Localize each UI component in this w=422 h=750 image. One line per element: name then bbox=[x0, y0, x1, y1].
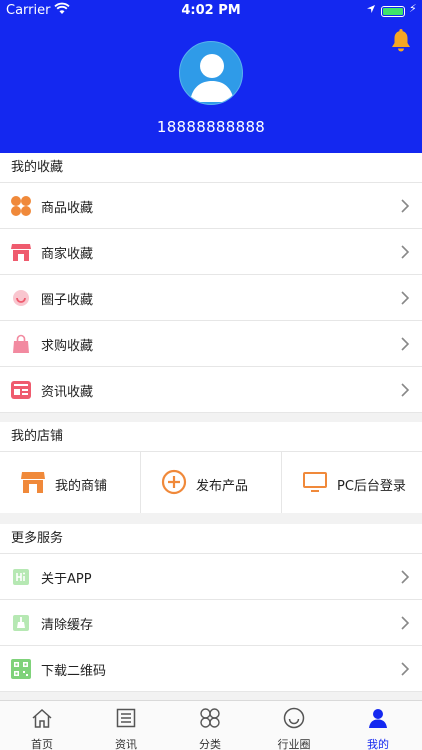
shop-cell-label: PC后台登录 bbox=[337, 479, 406, 494]
home-icon bbox=[32, 708, 52, 728]
shop-section-title: 我的店铺 bbox=[0, 422, 422, 452]
chevron-right-icon bbox=[401, 383, 410, 397]
clock: 4:02 PM bbox=[181, 3, 241, 18]
tab-industry-circle[interactable]: 行业圈 bbox=[252, 701, 336, 750]
favorite-stores-row[interactable]: 商家收藏 bbox=[0, 229, 422, 275]
favorites-section-title: 我的收藏 bbox=[0, 153, 422, 183]
avatar[interactable] bbox=[179, 41, 243, 105]
category-icon bbox=[200, 708, 220, 728]
favorite-news-row[interactable]: 资讯收藏 bbox=[0, 367, 422, 413]
clover-icon bbox=[11, 196, 31, 216]
row-label: 商品收藏 bbox=[41, 201, 94, 216]
chevron-right-icon bbox=[401, 616, 410, 630]
chevron-right-icon bbox=[401, 337, 410, 351]
tab-news[interactable]: 资讯 bbox=[84, 701, 168, 750]
tab-category[interactable]: 分类 bbox=[168, 701, 252, 750]
shop-cell-label: 发布产品 bbox=[196, 479, 249, 494]
tab-bar: 首页 资讯 分类 行业圈 我的 bbox=[0, 700, 422, 750]
row-label: 圈子收藏 bbox=[41, 293, 94, 308]
favorite-requests-row[interactable]: 求购收藏 bbox=[0, 321, 422, 367]
shop-cell-label: 我的商铺 bbox=[55, 479, 108, 494]
smile-icon bbox=[13, 290, 29, 306]
row-label: 关于APP bbox=[41, 572, 92, 587]
tab-label: 我的 bbox=[367, 738, 389, 750]
user-icon bbox=[369, 709, 387, 728]
status-bar: Carrier 4:02 PM ⚡ bbox=[0, 0, 422, 22]
row-label: 清除缓存 bbox=[41, 618, 94, 633]
favorite-circles-row[interactable]: 圈子收藏 bbox=[0, 275, 422, 321]
clear-cache-row[interactable]: 清除缓存 bbox=[0, 600, 422, 646]
chevron-right-icon bbox=[401, 662, 410, 676]
plus-circle-icon bbox=[161, 469, 187, 495]
battery-icon bbox=[381, 6, 405, 17]
row-label: 下载二维码 bbox=[41, 664, 107, 679]
favorite-goods-row[interactable]: 商品收藏 bbox=[0, 183, 422, 229]
publish-product-button[interactable]: 发布产品 bbox=[141, 452, 281, 513]
chevron-right-icon bbox=[401, 245, 410, 259]
row-label: 商家收藏 bbox=[41, 247, 94, 262]
chevron-right-icon bbox=[401, 199, 410, 213]
row-label: 求购收藏 bbox=[41, 339, 94, 354]
tab-label: 行业圈 bbox=[277, 738, 311, 750]
monitor-icon bbox=[303, 472, 327, 492]
tab-mine[interactable]: 我的 bbox=[336, 701, 420, 750]
profile-header: 18888888888 bbox=[0, 22, 422, 153]
my-shop-button[interactable]: 我的商铺 bbox=[0, 452, 140, 513]
news-icon bbox=[116, 708, 136, 728]
tab-home[interactable]: 首页 bbox=[0, 701, 84, 750]
tab-label: 分类 bbox=[199, 738, 221, 750]
user-silhouette-icon bbox=[190, 54, 234, 102]
tab-label: 首页 bbox=[31, 738, 53, 750]
hi-icon bbox=[13, 569, 29, 585]
about-app-row[interactable]: 关于APP bbox=[0, 554, 422, 600]
tab-label: 资讯 bbox=[115, 738, 137, 750]
user-phone: 18888888888 bbox=[156, 118, 266, 136]
row-label: 资讯收藏 bbox=[41, 385, 94, 400]
store-icon bbox=[11, 244, 31, 261]
qrcode-icon bbox=[11, 659, 31, 679]
shop-icon bbox=[21, 472, 45, 493]
pc-login-button[interactable]: PC后台登录 bbox=[282, 452, 422, 513]
bag-icon bbox=[13, 334, 29, 353]
services-section-title: 更多服务 bbox=[0, 524, 422, 554]
news-card-icon bbox=[11, 381, 31, 399]
charging-bolt-icon: ⚡ bbox=[409, 2, 417, 15]
chevron-right-icon bbox=[401, 570, 410, 584]
broom-icon bbox=[13, 615, 29, 631]
chevron-right-icon bbox=[401, 291, 410, 305]
location-arrow-icon bbox=[367, 5, 375, 13]
download-qrcode-row[interactable]: 下载二维码 bbox=[0, 646, 422, 692]
circle-icon bbox=[283, 707, 305, 729]
bell-icon[interactable] bbox=[388, 28, 414, 54]
shop-grid: 我的商铺 发布产品 PC后台登录 bbox=[0, 452, 422, 513]
